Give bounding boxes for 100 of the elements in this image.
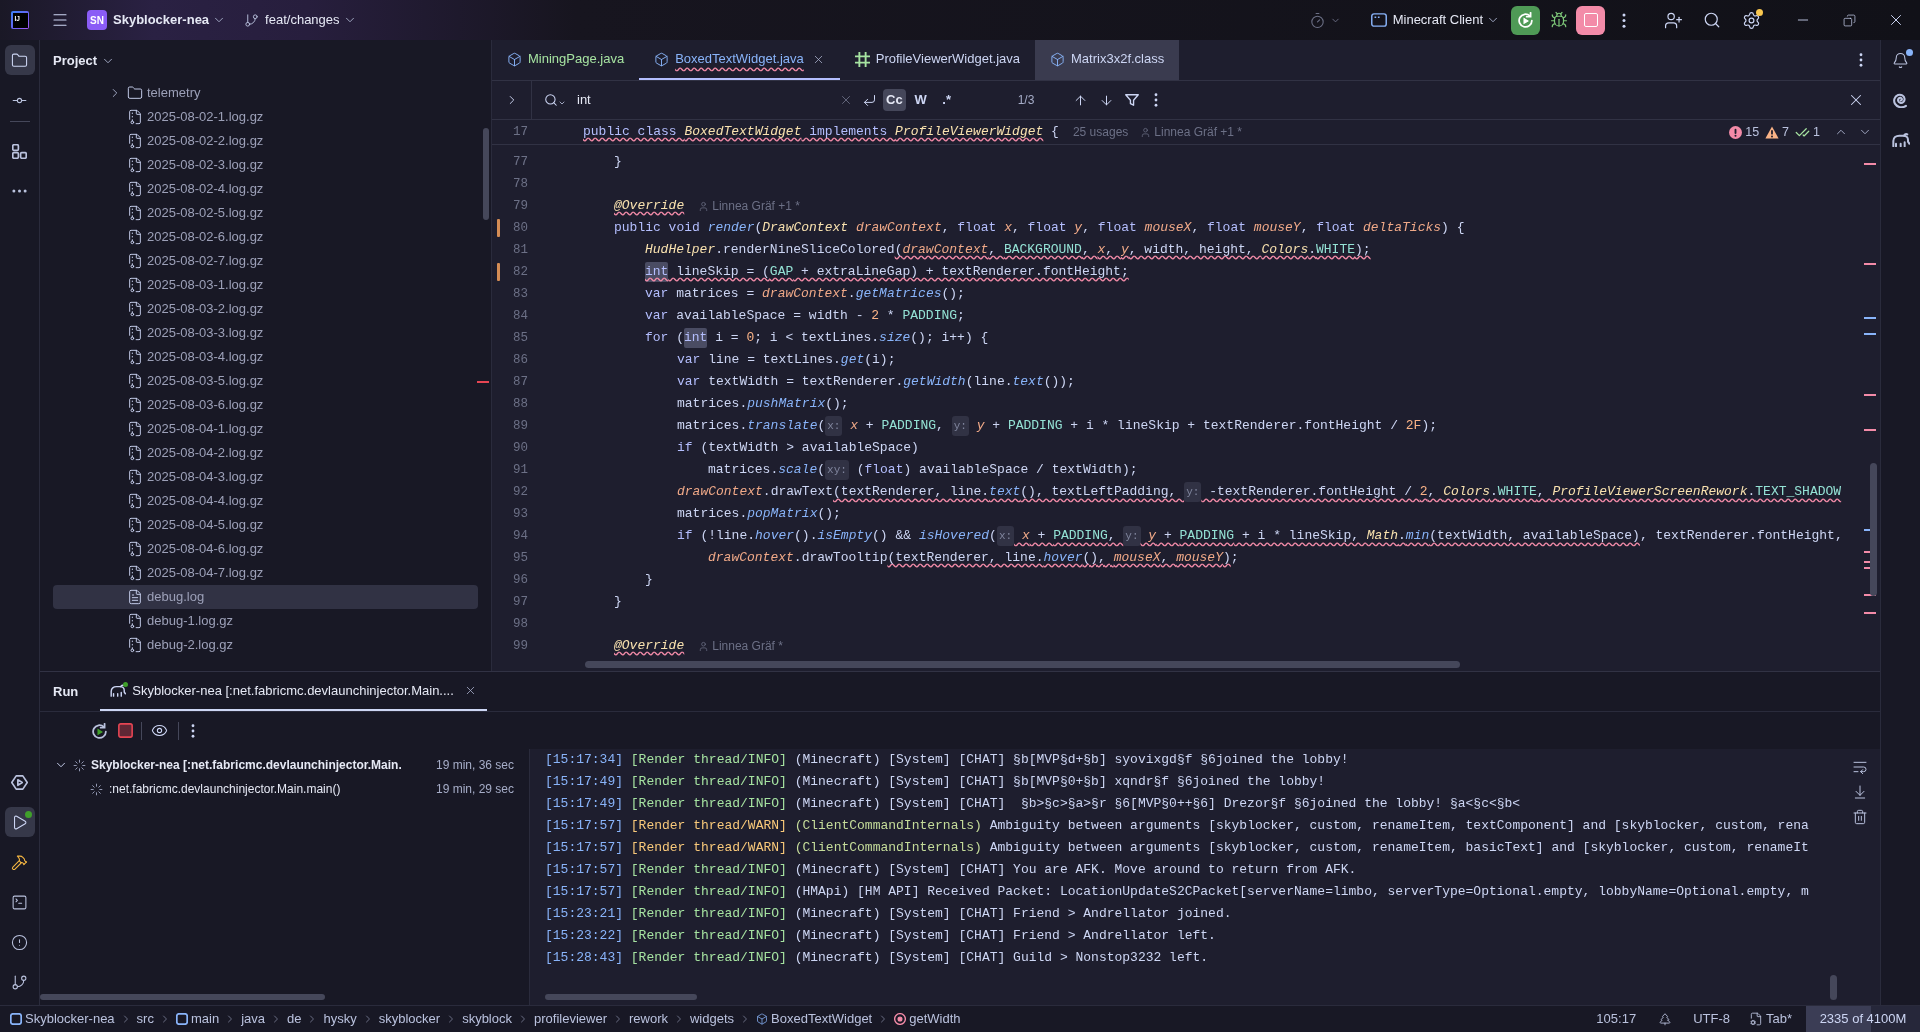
run-tab[interactable]: Skyblocker-nea [:net.fabricmc.devlaunchinjector.Main.... (100, 672, 487, 711)
tree-item[interactable]: 2025-08-04-2.log.gz (53, 441, 478, 465)
menu-icon[interactable] (51, 11, 69, 29)
search-option-toggle[interactable]: Cc (883, 89, 906, 111)
tree-item[interactable]: debug.log (53, 585, 478, 609)
tree-item[interactable]: 2025-08-03-6.log.gz (53, 393, 478, 417)
search-field[interactable]: int (577, 90, 839, 110)
more-icon[interactable] (1859, 53, 1863, 67)
horizontal-scrollbar[interactable] (585, 661, 1460, 668)
problem-count[interactable]: 1 (1813, 122, 1820, 142)
play-icon (11, 813, 28, 831)
add-user-icon[interactable] (1664, 10, 1683, 30)
error-icon[interactable] (1729, 125, 1743, 139)
newline-icon[interactable] (862, 92, 877, 108)
settings-icon[interactable] (1742, 10, 1761, 30)
breadcrumb[interactable]: skyblock (462, 1009, 512, 1029)
tree-item[interactable]: 2025-08-04-5.log.gz (53, 513, 478, 537)
breadcrumb[interactable]: skyblocker (378, 1009, 441, 1029)
breadcrumb[interactable]: BoxedTextWidget (756, 1009, 873, 1029)
search-option-toggle[interactable]: W (909, 89, 932, 111)
breadcrumb[interactable]: Skyblocker-nea (10, 1009, 115, 1029)
clear-icon[interactable] (839, 93, 853, 107)
arrow-down-icon[interactable] (1099, 92, 1115, 108)
run-tree-item[interactable]: Skyblocker-nea [:net.fabricmc.devlaunchinjector.Main. 19 min, 36 sec (40, 753, 529, 777)
memory-indicator[interactable]: 2335 of 4100M (1806, 1006, 1920, 1032)
soft-wrap-icon[interactable] (1851, 759, 1868, 775)
breadcrumb[interactable]: main (175, 1009, 220, 1029)
workspace-switcher[interactable]: SN Skyblocker-nea (87, 8, 227, 32)
breadcrumb[interactable]: java (241, 1009, 265, 1029)
run-tree-item[interactable]: :net.fabricmc.devlaunchinjector.Main.main() 19 min, 29 sec (40, 777, 529, 801)
search-icon[interactable] (1703, 11, 1721, 29)
editor-tab[interactable]: MiningPage.java (492, 40, 640, 80)
rerun-button[interactable] (1511, 5, 1540, 35)
tree-item[interactable]: 2025-08-04-4.log.gz (53, 489, 478, 513)
code-line: @Override (614, 637, 685, 655)
caret-position[interactable]: 105:17 (1596, 1009, 1637, 1029)
tool-window-button[interactable] (4, 45, 35, 75)
encoding-selector[interactable]: UTF-8 (1693, 1009, 1730, 1029)
problem-count[interactable]: 15 (1745, 122, 1760, 142)
tree-item[interactable]: 2025-08-02-1.log.gz (53, 105, 478, 129)
tree-item[interactable]: 2025-08-03-3.log.gz (53, 321, 478, 345)
rerun-icon[interactable] (92, 722, 107, 739)
horizontal-scrollbar[interactable] (545, 994, 697, 1000)
eye-icon[interactable] (151, 722, 168, 739)
problem-count[interactable]: 7 (1782, 122, 1790, 142)
vertical-scrollbar[interactable] (1830, 975, 1837, 1000)
more-icon[interactable] (1622, 12, 1626, 28)
tree-item[interactable]: debug-1.log.gz (53, 609, 478, 633)
tree-item[interactable]: 2025-08-03-4.log.gz (53, 345, 478, 369)
tree-item[interactable]: 2025-08-02-5.log.gz (53, 201, 478, 225)
tree-item[interactable]: 2025-08-02-6.log.gz (53, 225, 478, 249)
breadcrumb[interactable]: src (136, 1009, 154, 1029)
tool-window-button[interactable] (4, 807, 35, 837)
tree-item[interactable]: 2025-08-02-3.log.gz (53, 153, 478, 177)
code-line: matrices.pushMatrix(); (677, 395, 849, 413)
timer-icon[interactable] (1308, 11, 1326, 29)
breadcrumb[interactable]: getWidth (894, 1009, 961, 1029)
breadcrumb[interactable]: hysky (323, 1009, 357, 1029)
tree-item[interactable]: telemetry (53, 81, 478, 105)
vertical-scrollbar[interactable] (1870, 463, 1877, 596)
archive-file-icon (127, 397, 143, 413)
stop-icon[interactable] (118, 723, 133, 738)
caret-down-icon[interactable] (558, 99, 566, 107)
breadcrumb[interactable]: rework (628, 1009, 668, 1029)
branch-selector[interactable]: feat/changes (244, 8, 357, 32)
warning-icon[interactable] (1765, 125, 1780, 139)
tree-item[interactable]: 2025-08-04-6.log.gz (53, 537, 478, 561)
tree-item[interactable]: 2025-08-02-7.log.gz (53, 249, 478, 273)
breadcrumb[interactable]: profileviewer (534, 1009, 607, 1029)
tree-item[interactable]: 2025-08-03-1.log.gz (53, 273, 478, 297)
breadcrumb[interactable]: widgets (690, 1009, 735, 1029)
view-mode-dropdown[interactable]: Project (53, 50, 116, 71)
tree-item[interactable]: 2025-08-04-1.log.gz (53, 417, 478, 441)
bug-icon[interactable] (1550, 11, 1568, 29)
stop-button[interactable] (1576, 5, 1605, 35)
more-icon[interactable] (1154, 93, 1159, 107)
cube-icon (654, 51, 670, 67)
editor-tab[interactable]: Matrix3x2f.class (1035, 40, 1180, 80)
tree-item[interactable]: debug-2.log.gz (53, 633, 478, 657)
filter-icon[interactable] (1125, 94, 1140, 106)
tree-item[interactable]: 2025-08-04-7.log.gz (53, 561, 478, 585)
search-option-toggle[interactable]: .* (935, 89, 958, 111)
editor-tab[interactable]: ProfileViewerWidget.java (839, 40, 1036, 80)
run-configuration-selector[interactable]: Minecraft Client (1370, 8, 1500, 32)
breadcrumb[interactable]: de (287, 1009, 302, 1029)
tree-item[interactable]: 2025-08-03-2.log.gz (53, 297, 478, 321)
vertical-scrollbar[interactable] (483, 128, 489, 220)
indent-selector[interactable]: Tab* (1748, 1009, 1792, 1029)
tree-icon[interactable] (1658, 1012, 1673, 1026)
restore-icon[interactable] (1842, 13, 1856, 27)
console-line: [15:17:34] [Render thread/INFO] (Minecraft) [System] [CHAT] §b[MVP§d+§b] syovixgd§f §6joined the lobby! (545, 751, 1350, 769)
search-icon[interactable] (544, 93, 558, 107)
horizontal-scrollbar[interactable] (40, 994, 325, 1000)
tree-item[interactable]: 2025-08-04-3.log.gz (53, 465, 478, 489)
spinner-icon (73, 758, 86, 772)
tree-item[interactable]: 2025-08-02-2.log.gz (53, 129, 478, 153)
tree-item[interactable]: 2025-08-02-4.log.gz (53, 177, 478, 201)
trash-icon[interactable] (1851, 809, 1868, 825)
more-icon[interactable] (191, 723, 195, 738)
tree-item[interactable]: 2025-08-03-5.log.gz (53, 369, 478, 393)
